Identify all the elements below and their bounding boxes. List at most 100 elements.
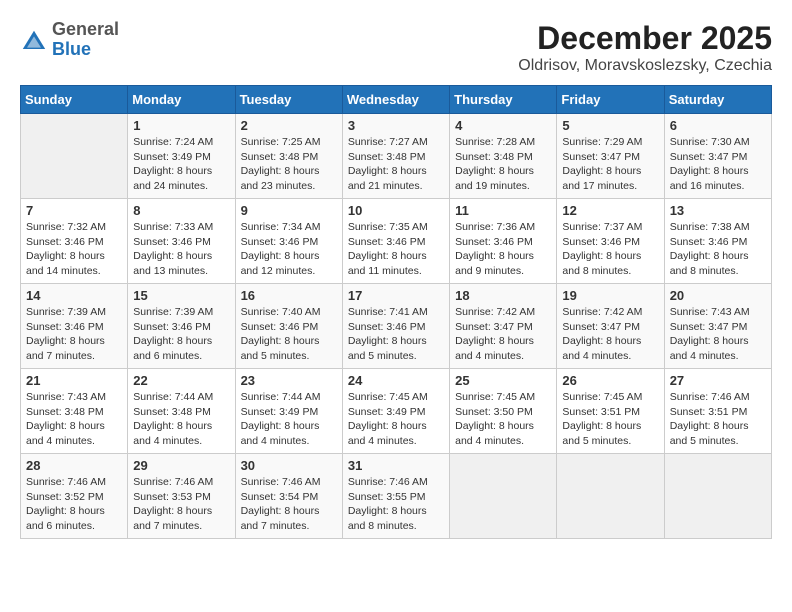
day-info: Sunrise: 7:46 AMSunset: 3:55 PMDaylight:… — [348, 475, 444, 534]
day-info: Sunrise: 7:33 AMSunset: 3:46 PMDaylight:… — [133, 220, 229, 279]
day-number: 13 — [670, 203, 766, 218]
day-info: Sunrise: 7:45 AMSunset: 3:50 PMDaylight:… — [455, 390, 551, 449]
calendar-cell: 8 Sunrise: 7:33 AMSunset: 3:46 PMDaylight… — [128, 199, 235, 284]
weekday-header-tuesday: Tuesday — [235, 86, 342, 114]
day-info: Sunrise: 7:42 AMSunset: 3:47 PMDaylight:… — [562, 305, 658, 364]
day-info: Sunrise: 7:39 AMSunset: 3:46 PMDaylight:… — [133, 305, 229, 364]
calendar-week-row: 28 Sunrise: 7:46 AMSunset: 3:52 PMDayligh… — [21, 454, 772, 539]
calendar-cell: 25 Sunrise: 7:45 AMSunset: 3:50 PMDayligh… — [450, 369, 557, 454]
calendar-cell — [664, 454, 771, 539]
location: Oldrisov, Moravskoslezsky, Czechia — [518, 57, 772, 75]
day-number: 23 — [241, 373, 337, 388]
weekday-header-monday: Monday — [128, 86, 235, 114]
day-info: Sunrise: 7:43 AMSunset: 3:48 PMDaylight:… — [26, 390, 122, 449]
calendar-cell: 6 Sunrise: 7:30 AMSunset: 3:47 PMDaylight… — [664, 114, 771, 199]
calendar-cell: 14 Sunrise: 7:39 AMSunset: 3:46 PMDayligh… — [21, 284, 128, 369]
day-number: 2 — [241, 118, 337, 133]
day-info: Sunrise: 7:45 AMSunset: 3:51 PMDaylight:… — [562, 390, 658, 449]
calendar-week-row: 14 Sunrise: 7:39 AMSunset: 3:46 PMDayligh… — [21, 284, 772, 369]
day-number: 28 — [26, 458, 122, 473]
day-info: Sunrise: 7:44 AMSunset: 3:48 PMDaylight:… — [133, 390, 229, 449]
day-number: 17 — [348, 288, 444, 303]
day-number: 8 — [133, 203, 229, 218]
calendar-cell: 15 Sunrise: 7:39 AMSunset: 3:46 PMDayligh… — [128, 284, 235, 369]
day-number: 27 — [670, 373, 766, 388]
calendar-cell: 31 Sunrise: 7:46 AMSunset: 3:55 PMDayligh… — [342, 454, 449, 539]
day-number: 9 — [241, 203, 337, 218]
day-number: 19 — [562, 288, 658, 303]
calendar-cell: 3 Sunrise: 7:27 AMSunset: 3:48 PMDaylight… — [342, 114, 449, 199]
day-number: 26 — [562, 373, 658, 388]
weekday-header-saturday: Saturday — [664, 86, 771, 114]
day-info: Sunrise: 7:24 AMSunset: 3:49 PMDaylight:… — [133, 135, 229, 194]
day-info: Sunrise: 7:39 AMSunset: 3:46 PMDaylight:… — [26, 305, 122, 364]
calendar-cell: 28 Sunrise: 7:46 AMSunset: 3:52 PMDayligh… — [21, 454, 128, 539]
calendar-cell: 21 Sunrise: 7:43 AMSunset: 3:48 PMDayligh… — [21, 369, 128, 454]
day-info: Sunrise: 7:38 AMSunset: 3:46 PMDaylight:… — [670, 220, 766, 279]
day-number: 1 — [133, 118, 229, 133]
day-info: Sunrise: 7:36 AMSunset: 3:46 PMDaylight:… — [455, 220, 551, 279]
day-info: Sunrise: 7:46 AMSunset: 3:54 PMDaylight:… — [241, 475, 337, 534]
day-info: Sunrise: 7:29 AMSunset: 3:47 PMDaylight:… — [562, 135, 658, 194]
day-number: 3 — [348, 118, 444, 133]
day-info: Sunrise: 7:35 AMSunset: 3:46 PMDaylight:… — [348, 220, 444, 279]
day-info: Sunrise: 7:40 AMSunset: 3:46 PMDaylight:… — [241, 305, 337, 364]
calendar-cell: 24Sunrise: 7:45 AMSunset: 3:49 PMDayligh… — [342, 369, 449, 454]
day-number: 6 — [670, 118, 766, 133]
day-info: Sunrise: 7:46 AMSunset: 3:53 PMDaylight:… — [133, 475, 229, 534]
calendar-cell: 22 Sunrise: 7:44 AMSunset: 3:48 PMDayligh… — [128, 369, 235, 454]
day-number: 22 — [133, 373, 229, 388]
day-info: Sunrise: 7:32 AMSunset: 3:46 PMDaylight:… — [26, 220, 122, 279]
calendar-cell: 13 Sunrise: 7:38 AMSunset: 3:46 PMDayligh… — [664, 199, 771, 284]
day-number: 4 — [455, 118, 551, 133]
page-header: General Blue December 2025 Oldrisov, Mor… — [20, 20, 772, 75]
day-number: 10 — [348, 203, 444, 218]
day-info: Sunrise: 7:43 AMSunset: 3:47 PMDaylight:… — [670, 305, 766, 364]
day-number: 30 — [241, 458, 337, 473]
calendar-cell: 17Sunrise: 7:41 AMSunset: 3:46 PMDayligh… — [342, 284, 449, 369]
day-number: 25 — [455, 373, 551, 388]
calendar-cell: 30 Sunrise: 7:46 AMSunset: 3:54 PMDayligh… — [235, 454, 342, 539]
calendar-cell: 11 Sunrise: 7:36 AMSunset: 3:46 PMDayligh… — [450, 199, 557, 284]
calendar-cell: 5Sunrise: 7:29 AMSunset: 3:47 PMDaylight… — [557, 114, 664, 199]
day-number: 14 — [26, 288, 122, 303]
weekday-header-wednesday: Wednesday — [342, 86, 449, 114]
day-info: Sunrise: 7:46 AMSunset: 3:51 PMDaylight:… — [670, 390, 766, 449]
day-info: Sunrise: 7:45 AMSunset: 3:49 PMDaylight:… — [348, 390, 444, 449]
day-number: 12 — [562, 203, 658, 218]
day-info: Sunrise: 7:42 AMSunset: 3:47 PMDaylight:… — [455, 305, 551, 364]
day-number: 11 — [455, 203, 551, 218]
day-number: 29 — [133, 458, 229, 473]
calendar-cell: 10 Sunrise: 7:35 AMSunset: 3:46 PMDayligh… — [342, 199, 449, 284]
calendar-cell: 26 Sunrise: 7:45 AMSunset: 3:51 PMDayligh… — [557, 369, 664, 454]
calendar-cell — [557, 454, 664, 539]
logo-text: General Blue — [52, 20, 119, 60]
calendar-cell: 29 Sunrise: 7:46 AMSunset: 3:53 PMDayligh… — [128, 454, 235, 539]
day-number: 21 — [26, 373, 122, 388]
day-info: Sunrise: 7:46 AMSunset: 3:52 PMDaylight:… — [26, 475, 122, 534]
logo-general: General — [52, 20, 119, 40]
day-number: 18 — [455, 288, 551, 303]
day-info: Sunrise: 7:37 AMSunset: 3:46 PMDaylight:… — [562, 220, 658, 279]
calendar-week-row: 21 Sunrise: 7:43 AMSunset: 3:48 PMDayligh… — [21, 369, 772, 454]
month-title: December 2025 — [518, 20, 772, 57]
calendar-week-row: 7 Sunrise: 7:32 AMSunset: 3:46 PMDaylight… — [21, 199, 772, 284]
calendar-cell: 2 Sunrise: 7:25 AMSunset: 3:48 PMDaylight… — [235, 114, 342, 199]
calendar-cell: 18 Sunrise: 7:42 AMSunset: 3:47 PMDayligh… — [450, 284, 557, 369]
calendar-cell: 12 Sunrise: 7:37 AMSunset: 3:46 PMDayligh… — [557, 199, 664, 284]
calendar-cell — [21, 114, 128, 199]
day-number: 15 — [133, 288, 229, 303]
logo: General Blue — [20, 20, 119, 60]
day-number: 7 — [26, 203, 122, 218]
calendar-cell: 20Sunrise: 7:43 AMSunset: 3:47 PMDayligh… — [664, 284, 771, 369]
calendar-cell: 16Sunrise: 7:40 AMSunset: 3:46 PMDayligh… — [235, 284, 342, 369]
day-number: 31 — [348, 458, 444, 473]
calendar-cell: 9Sunrise: 7:34 AMSunset: 3:46 PMDaylight… — [235, 199, 342, 284]
day-info: Sunrise: 7:25 AMSunset: 3:48 PMDaylight:… — [241, 135, 337, 194]
day-info: Sunrise: 7:28 AMSunset: 3:48 PMDaylight:… — [455, 135, 551, 194]
weekday-header-sunday: Sunday — [21, 86, 128, 114]
day-info: Sunrise: 7:30 AMSunset: 3:47 PMDaylight:… — [670, 135, 766, 194]
weekday-header-thursday: Thursday — [450, 86, 557, 114]
calendar-cell: 4 Sunrise: 7:28 AMSunset: 3:48 PMDaylight… — [450, 114, 557, 199]
day-info: Sunrise: 7:27 AMSunset: 3:48 PMDaylight:… — [348, 135, 444, 194]
